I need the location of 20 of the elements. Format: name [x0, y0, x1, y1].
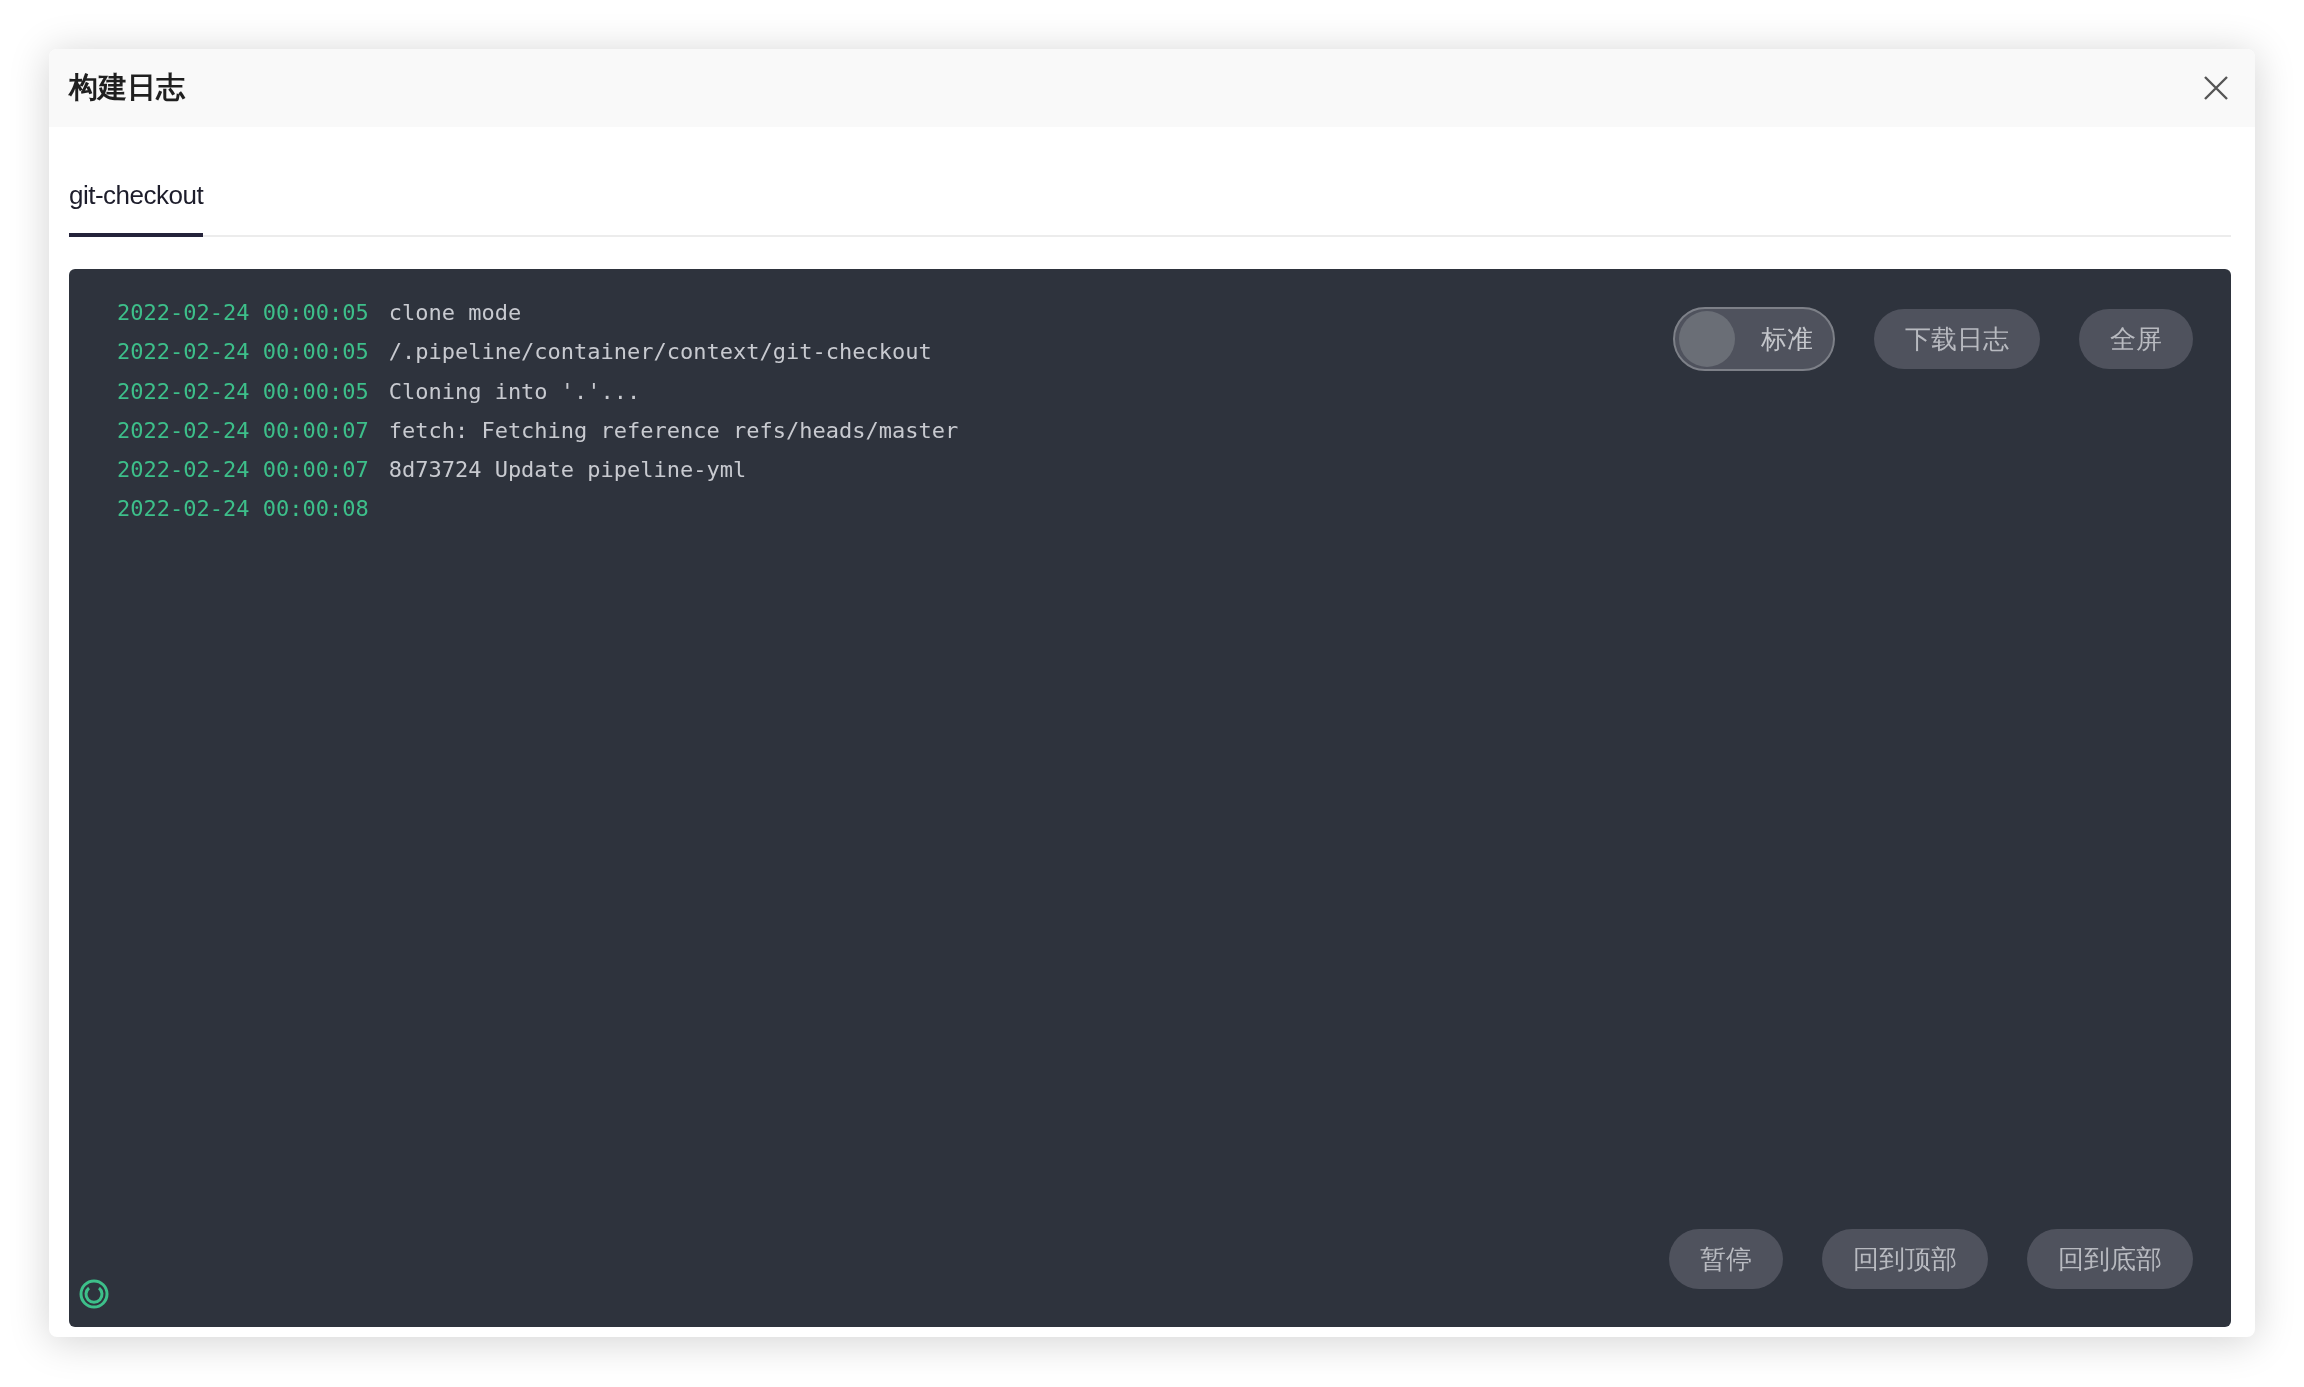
log-action-button[interactable]: 全屏 [2079, 309, 2193, 369]
mode-toggle[interactable]: 标准 [1673, 307, 1835, 371]
tab[interactable]: git-checkout [69, 157, 204, 237]
log-message: /.pipeline/container/context/git-checkout [388, 338, 932, 367]
close-icon [2203, 75, 2229, 101]
dialog-title: 构建日志 [69, 70, 185, 105]
log-timestamp: 2022-02-24 00:00:05 [117, 338, 369, 367]
log-message: 8d73724 Update pipeline-yml [388, 456, 747, 485]
log-timestamp: 2022-02-24 00:00:07 [117, 456, 369, 485]
log-timestamp: 2022-02-24 00:00:05 [117, 377, 369, 406]
log-action-button[interactable]: 回到底部 [2027, 1229, 2193, 1289]
log-message: fetch: Fetching reference refs/heads/master [388, 416, 959, 445]
log-action-button[interactable]: 暂停 [1669, 1229, 1783, 1289]
log-action-button[interactable]: 回到顶部 [1822, 1229, 1988, 1289]
log-timestamp: 2022-02-24 00:00:07 [117, 416, 369, 445]
log-message: clone mode [388, 299, 522, 327]
log-message: Cloning into '.'... [388, 377, 641, 406]
log-action-button[interactable]: 下载日志 [1874, 309, 2040, 369]
log-timestamp: 2022-02-24 00:00:05 [117, 299, 369, 327]
log-timestamp: 2022-02-24 00:00:08 [117, 495, 369, 524]
